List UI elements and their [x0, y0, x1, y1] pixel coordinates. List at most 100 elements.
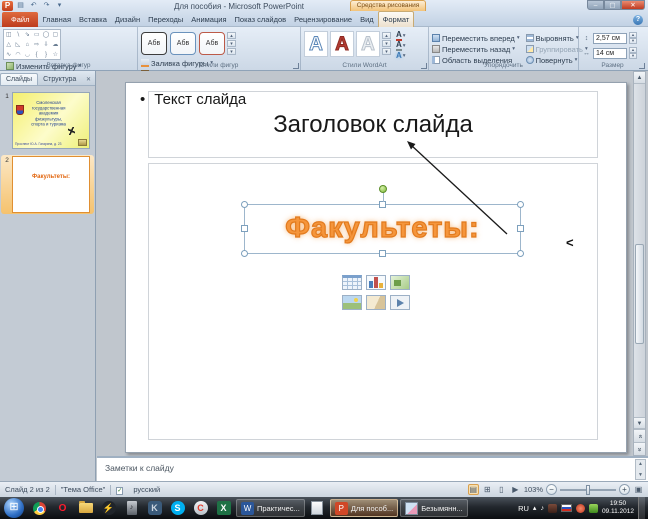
- normal-view-icon[interactable]: ▤: [468, 484, 479, 495]
- shape-icon[interactable]: ⇨: [32, 40, 41, 50]
- gallery-more-icon[interactable]: ▾: [382, 48, 391, 55]
- dialog-launcher-icon[interactable]: [293, 63, 299, 69]
- zoom-slider[interactable]: [560, 489, 616, 491]
- text-outline-button[interactable]: А ▾: [396, 41, 406, 50]
- resize-handle[interactable]: [517, 201, 524, 208]
- shape-icon[interactable]: ⇩: [41, 40, 50, 50]
- tab-format[interactable]: Формат: [378, 11, 415, 27]
- scrollbar-thumb[interactable]: [635, 244, 644, 344]
- skype-icon[interactable]: S: [167, 499, 188, 517]
- tab-insert[interactable]: Вставка: [75, 12, 111, 27]
- resize-handle[interactable]: [379, 250, 386, 257]
- language-indicator[interactable]: русский: [128, 485, 165, 494]
- folder-icon[interactable]: [75, 499, 96, 517]
- resize-handle[interactable]: [241, 250, 248, 257]
- slideshow-view-icon[interactable]: ▶: [510, 485, 521, 494]
- shape-icon[interactable]: ◯: [41, 30, 50, 40]
- wordart-style-preview[interactable]: А: [356, 31, 380, 57]
- tab-file[interactable]: Файл: [2, 12, 38, 27]
- shape-icon[interactable]: ◠: [13, 50, 22, 60]
- ccleaner-icon[interactable]: C: [190, 499, 211, 517]
- shape-icon[interactable]: ⇘: [23, 30, 32, 40]
- slide-canvas[interactable]: Заголовок слайда •Текст слайда Факультет…: [125, 82, 627, 453]
- tab-animations[interactable]: Анимация: [187, 12, 230, 27]
- flag-icon[interactable]: [561, 504, 572, 512]
- scroll-down-icon[interactable]: ▼: [636, 472, 645, 478]
- tab-review[interactable]: Рецензирование: [290, 12, 356, 27]
- wordart-selection-box[interactable]: Факультеты:: [244, 204, 521, 254]
- tab-transitions[interactable]: Переходы: [144, 12, 187, 27]
- wordart-text[interactable]: Факультеты:: [245, 205, 520, 252]
- slide-sorter-view-icon[interactable]: ⊞: [482, 485, 493, 494]
- next-slide-button[interactable]: «: [634, 442, 645, 455]
- chrome-icon[interactable]: [29, 499, 50, 517]
- send-backward-button[interactable]: Переместить назад ▾: [432, 44, 520, 54]
- word-task-button[interactable]: W Практичес...: [236, 499, 305, 517]
- tray-app-icon[interactable]: [548, 504, 557, 513]
- spinner-down-icon[interactable]: ▾: [629, 53, 637, 59]
- shape-icon[interactable]: ◡: [23, 50, 32, 60]
- insert-media-icon[interactable]: [390, 295, 410, 310]
- resize-handle[interactable]: [241, 201, 248, 208]
- wordart-style-preview[interactable]: А: [304, 31, 328, 57]
- tray-expand-icon[interactable]: ▴: [533, 504, 537, 512]
- panel-close-icon[interactable]: ✕: [82, 74, 95, 85]
- opera-icon[interactable]: O: [52, 499, 73, 517]
- shape-icon[interactable]: {: [32, 50, 41, 60]
- antivirus-tray-icon[interactable]: [589, 504, 598, 513]
- resize-handle[interactable]: [241, 225, 248, 232]
- alert-tray-icon[interactable]: [576, 504, 585, 513]
- shape-icon[interactable]: ⌂: [23, 40, 32, 50]
- insert-chart-icon[interactable]: [366, 275, 386, 290]
- slide-thumbnail-row-1[interactable]: 1 Смоленская государственная академия фи…: [1, 91, 94, 150]
- shape-style-gallery[interactable]: Абв Абв Абв: [141, 32, 225, 55]
- notes-app-icon[interactable]: [307, 499, 328, 517]
- shape-style-preview[interactable]: Абв: [141, 32, 167, 55]
- shape-icon[interactable]: ▭: [32, 30, 41, 40]
- width-field[interactable]: 14 см: [593, 48, 627, 59]
- shape-icon[interactable]: }: [41, 50, 50, 60]
- notes-placeholder[interactable]: Заметки к слайду: [105, 463, 174, 473]
- shape-icon[interactable]: ☁: [51, 40, 60, 50]
- shape-style-preview[interactable]: Абв: [199, 32, 225, 55]
- minimize-button[interactable]: –: [587, 0, 604, 10]
- help-icon[interactable]: ?: [633, 15, 643, 25]
- tab-home[interactable]: Главная: [38, 12, 75, 27]
- shape-icon[interactable]: ∿: [4, 50, 13, 60]
- language-bar[interactable]: RU: [518, 504, 529, 513]
- shape-icon[interactable]: ▢: [51, 30, 60, 40]
- rotate-handle[interactable]: [379, 185, 387, 193]
- notes-pane[interactable]: Заметки к слайду ▲ ▼: [97, 456, 648, 481]
- text-fill-button[interactable]: А ▾: [396, 31, 406, 40]
- shape-icon[interactable]: ☆: [51, 50, 60, 60]
- body-bullet-line[interactable]: •Текст слайда: [140, 91, 246, 108]
- previous-slide-button[interactable]: «: [634, 429, 645, 442]
- reading-view-icon[interactable]: ▯: [496, 485, 507, 494]
- bring-forward-button[interactable]: Переместить вперед ▾: [432, 33, 520, 43]
- gallery-up-icon[interactable]: ▴: [227, 32, 236, 39]
- gallery-down-icon[interactable]: ▾: [227, 40, 236, 47]
- audio-player-icon[interactable]: ♪: [121, 499, 142, 517]
- zoom-out-button[interactable]: −: [546, 484, 557, 495]
- shape-icon[interactable]: ∖: [13, 30, 22, 40]
- height-field[interactable]: 2,57 см: [593, 33, 627, 44]
- slide-1-thumbnail[interactable]: Смоленская государственная академия физк…: [12, 92, 90, 149]
- tab-view[interactable]: Вид: [356, 12, 378, 27]
- insert-smartart-icon[interactable]: [390, 275, 410, 290]
- close-button[interactable]: ✕: [621, 0, 645, 10]
- tab-design[interactable]: Дизайн: [111, 12, 144, 27]
- powerpoint-task-button[interactable]: P Для пособ...: [330, 499, 398, 517]
- excel-icon[interactable]: X: [213, 499, 234, 517]
- resize-handle[interactable]: [517, 225, 524, 232]
- scroll-down-icon[interactable]: ▼: [634, 417, 645, 429]
- insert-picture-icon[interactable]: [342, 295, 362, 310]
- paint-task-button[interactable]: Безымянн...: [400, 499, 468, 517]
- kmplayer-icon[interactable]: K: [144, 499, 165, 517]
- start-button[interactable]: ⊞: [4, 498, 24, 518]
- shape-style-preview[interactable]: Абв: [170, 32, 196, 55]
- wordart-gallery[interactable]: А А А: [304, 31, 380, 57]
- zoom-level[interactable]: 103%: [524, 485, 543, 494]
- insert-table-icon[interactable]: [342, 275, 362, 290]
- slide-thumbnail-row-2[interactable]: 2 Факультеты:: [1, 155, 94, 214]
- shape-icon[interactable]: △: [4, 40, 13, 50]
